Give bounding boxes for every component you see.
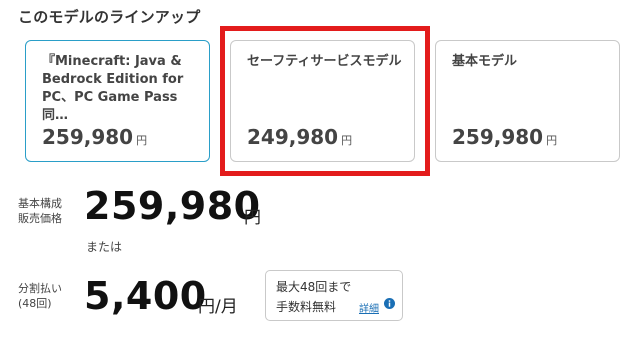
price-value: 259,980 — [452, 125, 544, 149]
lineup-card-price: 259,980 円 — [42, 125, 147, 149]
price-currency: 円 — [546, 134, 558, 147]
price-currency: 円 — [136, 134, 148, 147]
lineup-card-basic[interactable]: 基本モデル 259,980 円 — [435, 40, 620, 162]
lineup-card-minecraft[interactable]: 『Minecraft: Java & Bedrock Edition for P… — [25, 40, 210, 162]
model-lineup-panel: このモデルのラインアップ 『Minecraft: Java & Bedrock … — [0, 0, 628, 337]
lineup-card-name: 『Minecraft: Java & Bedrock Edition for P… — [42, 54, 184, 123]
lineup-card-price: 259,980 円 — [452, 125, 557, 149]
base-price-label-line1: 基本構成 — [18, 197, 62, 210]
price-value: 259,980 — [42, 125, 134, 149]
base-price-label: 基本構成 販売価格 — [18, 196, 62, 226]
base-price-unit: 円 — [244, 208, 261, 228]
installment-label: 分割払い (48回) — [18, 281, 62, 311]
detail-link[interactable]: 詳細 — [359, 300, 379, 315]
installment-price-unit: 円/月 — [198, 297, 238, 317]
info-line1: 最大48回まで — [276, 280, 352, 294]
lineup-title: このモデルのラインアップ — [18, 8, 201, 26]
installment-price-value: 5,400 — [84, 274, 207, 318]
price-currency: 円 — [341, 134, 353, 147]
base-price-value: 259,980 — [84, 184, 261, 228]
info-line2: 手数料無料 — [276, 300, 337, 314]
price-value: 249,980 — [247, 125, 339, 149]
installment-info-box: 最大48回まで 手数料無料 詳細 — [265, 270, 403, 321]
base-price-label-line2: 販売価格 — [18, 212, 62, 225]
lineup-card-safety-service[interactable]: セーフティサービスモデル 249,980 円 — [230, 40, 415, 162]
info-icon[interactable] — [384, 298, 395, 309]
or-text: または — [86, 240, 123, 254]
lineup-card-name: セーフティサービスモデル — [247, 54, 402, 69]
installment-label-line1: 分割払い — [18, 282, 62, 295]
lineup-card-price: 249,980 円 — [247, 125, 352, 149]
installment-label-line2: (48回) — [18, 297, 52, 310]
lineup-card-name: 基本モデル — [452, 54, 518, 69]
